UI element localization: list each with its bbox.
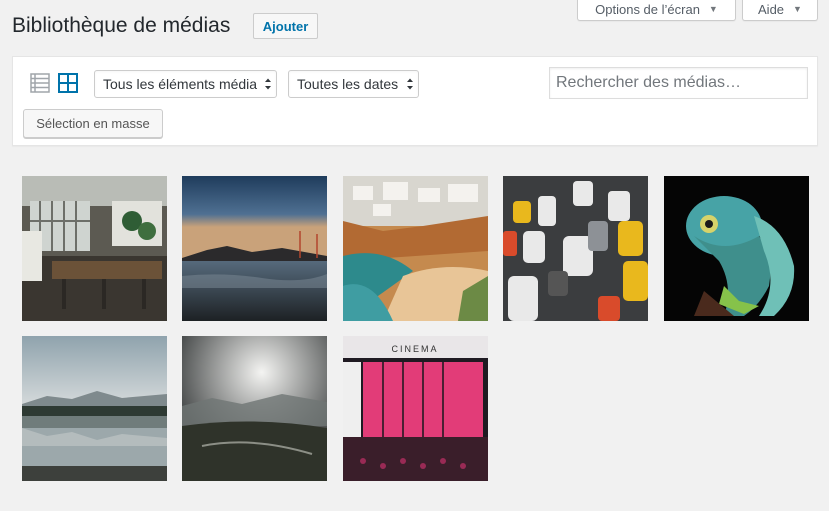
media-item-mountain-lake-reflection[interactable] (22, 336, 167, 481)
media-type-filter-value: Tous les éléments média (103, 76, 258, 92)
grid-view-icon[interactable] (58, 73, 78, 93)
add-new-button[interactable]: Ajouter (253, 13, 318, 39)
page-title: Bibliothèque de médias (12, 14, 231, 37)
svg-text:CINEMA: CINEMA (391, 344, 438, 354)
media-item-cinema-storefront[interactable]: CINEMA (343, 336, 488, 481)
help-tab[interactable]: Aide ▼ (742, 0, 818, 21)
media-item-coastal-cliffs-village[interactable] (343, 176, 488, 321)
date-filter-value: Toutes les dates (297, 76, 399, 92)
media-item-traffic-jam-aerial[interactable] (503, 176, 648, 321)
media-item-workshop-interior[interactable] (22, 176, 167, 321)
media-library-page: Options de l’écran ▼ Aide ▼ Bibliothèque… (0, 0, 829, 511)
screen-options-label: Options de l’écran (595, 1, 700, 17)
caret-down-icon: ▼ (708, 4, 718, 14)
help-label: Aide (758, 1, 785, 17)
media-toolbar: Tous les éléments média Toutes les dates… (12, 56, 818, 146)
caret-down-icon: ▼ (793, 4, 802, 14)
select-arrows-icon (265, 78, 271, 90)
select-arrows-icon (407, 78, 413, 90)
media-type-filter[interactable]: Tous les éléments média (94, 70, 277, 98)
media-item-misty-valley[interactable] (182, 336, 327, 481)
screen-options-tab[interactable]: Options de l’écran ▼ (577, 0, 736, 21)
bulk-select-button[interactable]: Sélection en masse (23, 109, 163, 138)
media-search-input[interactable] (549, 67, 808, 99)
list-view-icon[interactable] (30, 73, 50, 93)
media-item-bay-bridge-dusk[interactable] (182, 176, 327, 321)
media-item-green-lizard[interactable] (664, 176, 809, 321)
date-filter[interactable]: Toutes les dates (288, 70, 419, 98)
